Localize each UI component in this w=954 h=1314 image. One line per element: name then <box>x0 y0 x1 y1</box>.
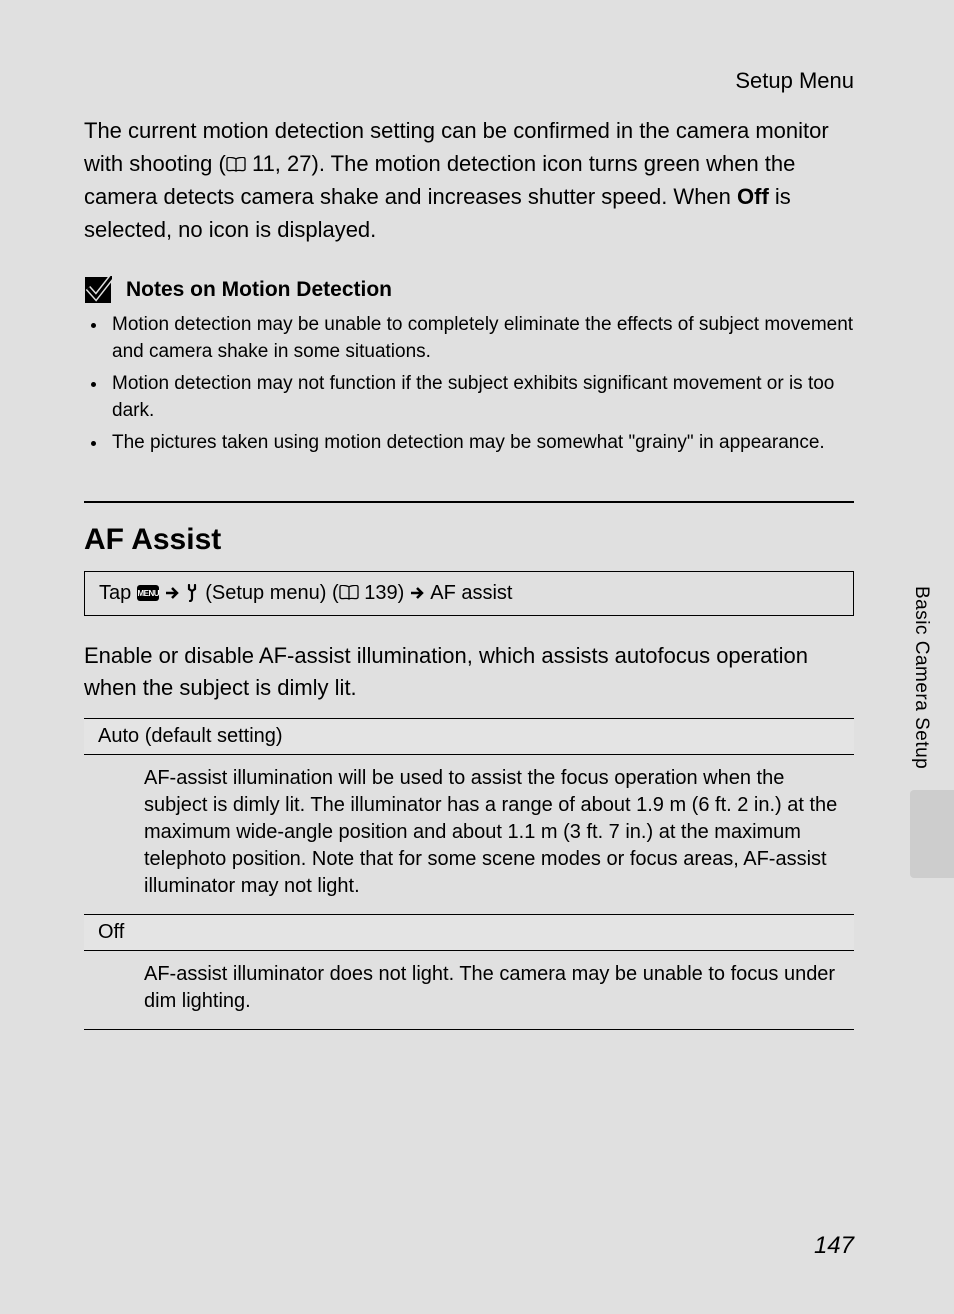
nav-tail-label: AF assist <box>430 582 512 605</box>
option-auto-header: Auto (default setting) <box>84 718 854 755</box>
list-item: The pictures taken using motion detectio… <box>108 430 854 457</box>
intro-off-word: Off <box>737 184 769 209</box>
options-table: Auto (default setting) AF-assist illumin… <box>84 718 854 1030</box>
option-off-header: Off <box>84 914 854 951</box>
arrow-right-icon <box>165 586 179 600</box>
breadcrumb: Setup Menu <box>735 68 854 93</box>
af-description: Enable or disable AF-assist illumination… <box>84 640 854 704</box>
arrow-right-icon <box>410 586 424 600</box>
wrench-icon <box>185 584 199 602</box>
page-header: Setup Menu <box>0 0 954 114</box>
option-auto-body: AF-assist illumination will be used to a… <box>84 755 854 914</box>
section-divider <box>84 501 854 503</box>
notes-block: Notes on Motion Detection Motion detecti… <box>84 276 854 457</box>
af-assist-heading: AF Assist <box>84 523 854 557</box>
checkbox-checked-icon <box>84 276 112 304</box>
side-tab-label: Basic Camera Setup <box>910 586 932 769</box>
page: Setup Menu The current motion detection … <box>0 0 954 1314</box>
notes-header: Notes on Motion Detection <box>84 276 854 304</box>
list-item: Motion detection may be unable to comple… <box>108 312 854 365</box>
list-item: Motion detection may not function if the… <box>108 371 854 424</box>
navigation-path-box: Tap MENU (Setup menu) ( 139) AF assist <box>84 571 854 616</box>
page-number: 147 <box>814 1232 854 1260</box>
nav-setup-label: (Setup menu) ( 139) <box>205 582 404 605</box>
notes-title: Notes on Motion Detection <box>126 278 392 302</box>
intro-paragraph: The current motion detection setting can… <box>84 114 854 246</box>
nav-tap-label: Tap <box>99 582 131 605</box>
notes-list: Motion detection may be unable to comple… <box>84 312 854 457</box>
book-icon <box>339 585 359 600</box>
option-off-body: AF-assist illuminator does not light. Th… <box>84 951 854 1030</box>
menu-badge-icon: MENU <box>137 585 159 601</box>
side-thumb-tab <box>910 790 954 878</box>
book-icon <box>226 157 246 172</box>
page-content: The current motion detection setting can… <box>0 114 954 1030</box>
